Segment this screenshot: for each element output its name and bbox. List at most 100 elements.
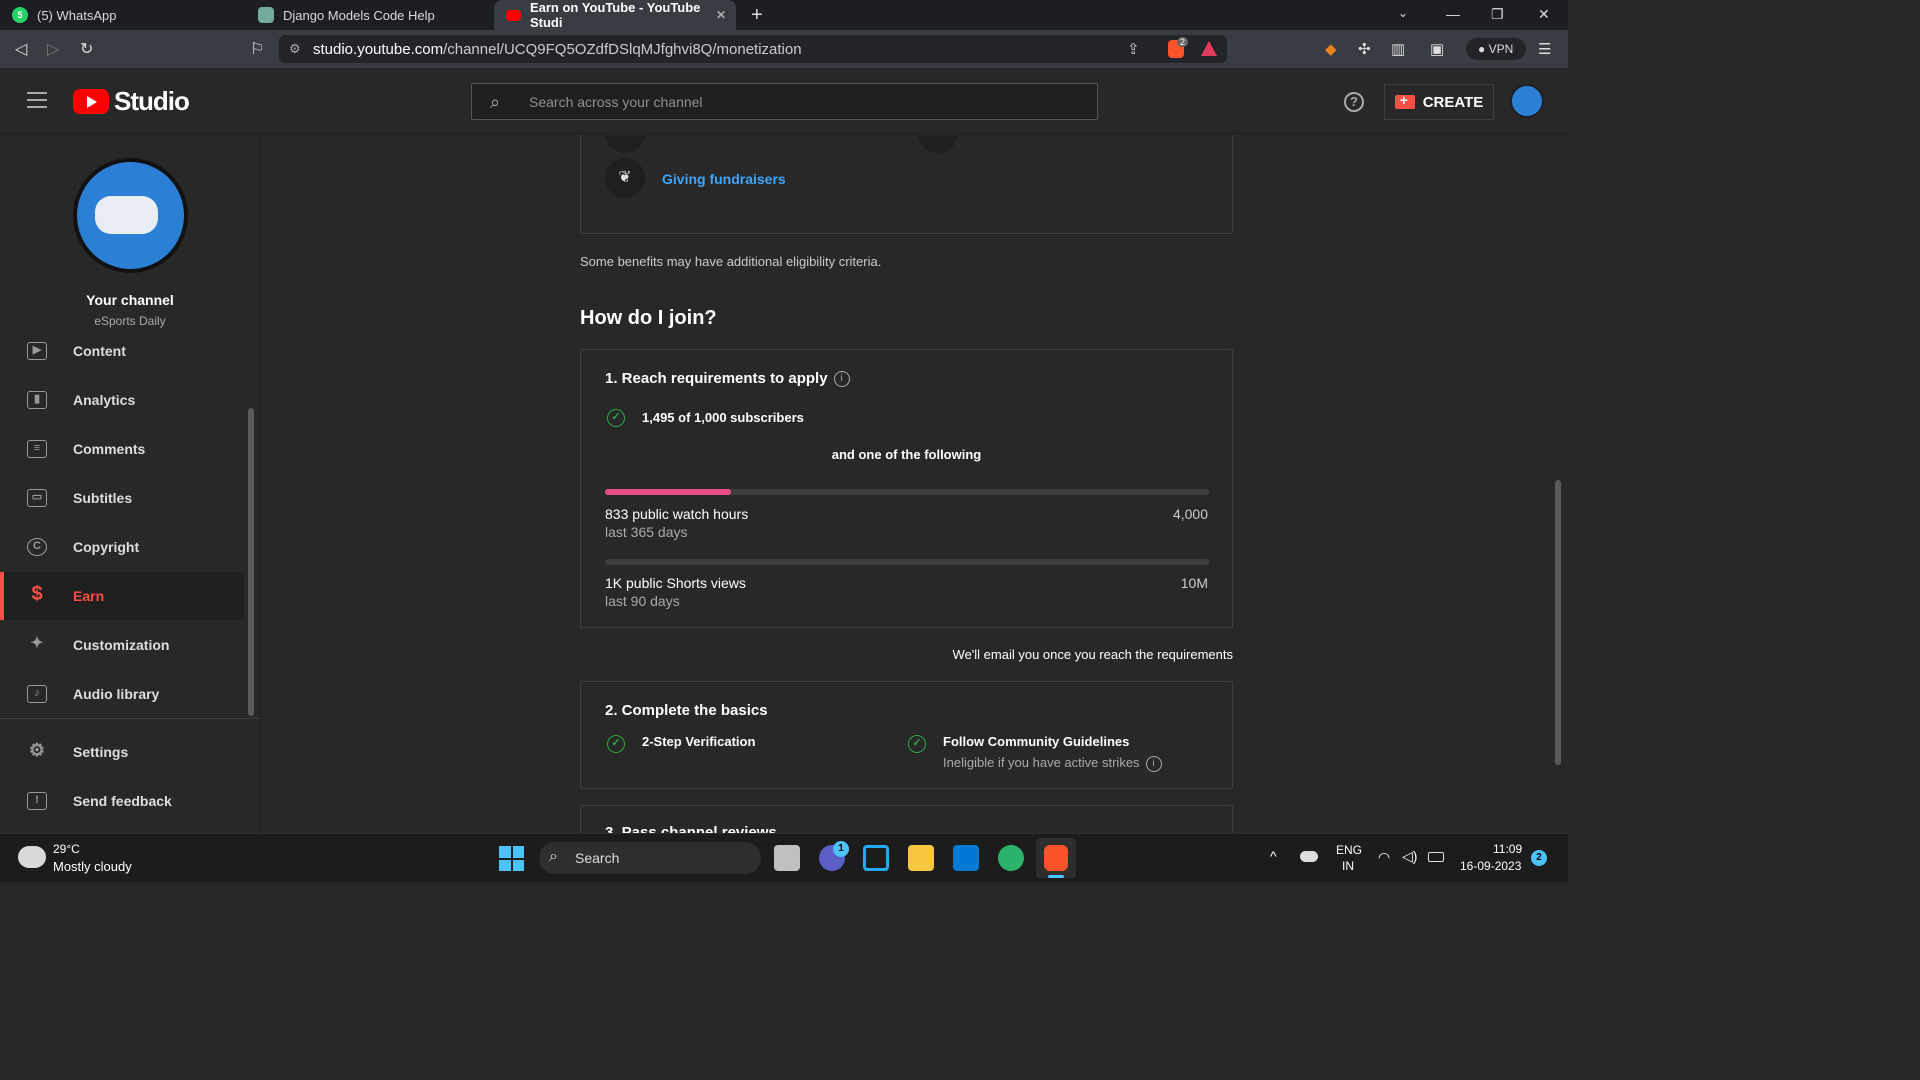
taskbar-search[interactable]: ⌕ Search [539,842,761,874]
extensions-icon[interactable]: ✣ [1358,40,1371,58]
reload-icon[interactable]: ↻ [80,39,93,59]
sidebar-item-content[interactable]: ▶ Content [0,327,244,375]
windows-start-icon[interactable] [499,846,524,871]
channel-avatar[interactable] [73,158,188,273]
search-icon: ⌕ [490,92,501,112]
audio-library-icon: ♪ [27,685,47,703]
sidebar-item-audio-library[interactable]: ♪ Audio library [0,670,244,718]
wifi-icon[interactable]: ◠ [1378,849,1390,866]
vpn-button[interactable]: ● VPN [1466,38,1526,60]
restore-button[interactable]: ❐ [1491,6,1504,23]
tab-youtube-studio[interactable]: Earn on YouTube - YouTube Studi ✕ [494,0,736,30]
sidebar-item-settings[interactable]: ⚙ Settings [0,728,244,776]
sidebar-item-label: Earn [73,588,105,604]
sidebar-item-copyright[interactable]: C Copyright [0,523,244,571]
forward-icon[interactable]: ▷ [47,39,59,59]
create-label: CREATE [1422,93,1484,111]
microsoft-store-icon[interactable] [953,845,979,871]
shorts-views-period: last 90 days [605,593,680,609]
edge-icon[interactable] [998,845,1024,871]
info-icon[interactable]: i [1145,755,1162,772]
close-tab-icon[interactable]: ✕ [716,8,726,22]
sidebar-item-label: Copyright [73,539,140,555]
account-avatar[interactable] [1510,84,1544,118]
tab-label: Django Models Code Help [283,7,435,23]
url-path: /channel/UCQ9FQ5OZdfDSlqMJfghvi8Q/moneti… [443,41,802,58]
bookmark-icon[interactable]: ⚐ [250,39,264,59]
file-explorer-icon[interactable] [908,845,934,871]
watch-hours-period: last 365 days [605,524,688,540]
sidebar-item-comments[interactable]: ≡ Comments [0,425,244,473]
windows-taskbar: 29°C Mostly cloudy ⌕ Search 1 ^ ENG IN ◠… [0,833,1568,882]
speaker-icon[interactable]: ◁) [1402,848,1417,865]
analytics-icon: ▮ [27,391,47,409]
sidebar-toggle-icon[interactable]: ▥ [1391,40,1405,58]
url-field[interactable]: ⚙ studio.youtube.com/channel/UCQ9FQ5OZdf… [279,35,1227,63]
share-icon[interactable]: ⇪ [1127,40,1140,58]
studio-logo-text: Studio [114,86,190,116]
subtitles-icon: ▭ [27,489,47,507]
brave-taskbar-active[interactable] [1036,838,1076,878]
youtube-logo-icon[interactable] [73,89,109,114]
check-icon: ✓ [607,735,625,753]
studio-header: Studio ⌕ Search across your channel ? CR… [0,68,1568,134]
language-in[interactable]: IN [1342,859,1354,873]
tab-search-icon[interactable]: ⌄ [1398,6,1408,20]
vpn-label: VPN [1488,42,1514,56]
cloudy-weather-icon[interactable] [18,840,46,868]
back-icon[interactable]: ◁ [15,39,27,59]
metamask-icon[interactable]: ◆ [1325,40,1337,58]
channel-review-card: 3. Pass channel reviews [580,805,1233,833]
menu-icon[interactable] [27,92,47,108]
watch-hours-label: 833 public watch hours [605,506,749,522]
feedback-label: Send feedback [73,793,172,809]
onedrive-icon[interactable] [1300,851,1318,862]
wallet-icon[interactable]: ▣ [1430,40,1444,58]
chevron-up-icon[interactable]: ^ [1270,848,1277,864]
step3-title: 3. Pass channel reviews [605,824,777,833]
battery-icon[interactable] [1428,852,1444,862]
tab-whatsapp[interactable]: 5 (5) WhatsApp [0,0,248,30]
help-icon[interactable]: ? [1344,92,1364,112]
community-guidelines: Follow Community Guidelines [943,734,1130,749]
search-placeholder: Search across your channel [529,94,703,110]
handshake-icon: ❦ [605,158,645,198]
main-scrollbar[interactable] [1555,480,1561,765]
giving-fundraisers-link[interactable]: Giving fundraisers [662,171,786,187]
language-eng[interactable]: ENG [1336,843,1362,857]
task-view-icon[interactable] [774,845,800,871]
shorts-views-goal: 10M [1180,575,1208,591]
tab-chatgpt[interactable]: Django Models Code Help [246,0,494,30]
sidebar-item-customization[interactable]: ✦ Customization [0,621,244,669]
new-tab-button[interactable]: + [751,4,763,27]
address-bar-row: ◁ ▷ ↻ ⚐ ⚙ studio.youtube.com/channel/UCQ… [0,30,1568,68]
sidebar-item-earn[interactable]: $ Earn [0,572,244,620]
notification-badge[interactable]: 2 [1531,850,1547,866]
sidebar-item-analytics[interactable]: ▮ Analytics [0,376,244,424]
browser-tab-bar: 5 (5) WhatsApp Django Models Code Help E… [0,0,1568,30]
minimize-button[interactable]: — [1446,6,1460,22]
vscode-icon[interactable] [863,845,889,871]
sidebar-item-send-feedback[interactable]: ! Send feedback [0,777,244,825]
clock-time[interactable]: 11:09 [1493,842,1522,856]
site-settings-icon[interactable]: ⚙ [289,41,301,57]
check-icon: ✓ [607,409,625,427]
watch-hours-goal: 4,000 [1172,506,1208,522]
wand-icon: ✦ [30,635,44,652]
sidebar: Your channel eSports Daily ▶ Content ▮ A… [0,135,260,833]
create-button[interactable]: CREATE [1384,84,1494,120]
brave-rewards-icon[interactable] [1201,41,1217,56]
channel-search-input[interactable]: ⌕ Search across your channel [471,83,1098,120]
taskbar-search-label: Search [575,850,620,866]
sidebar-scrollbar[interactable] [248,408,254,716]
clock-date[interactable]: 16-09-2023 [1460,859,1521,873]
benefits-card: ❦ Giving fundraisers [580,135,1233,234]
comments-icon: ≡ [27,440,47,458]
close-window-button[interactable]: ✕ [1538,6,1550,23]
browser-menu-icon[interactable]: ☰ [1538,40,1551,58]
info-icon[interactable]: i [833,371,850,388]
sidebar-item-label: Customization [73,637,170,653]
search-icon: ⌕ [549,848,558,865]
sidebar-item-subtitles[interactable]: ▭ Subtitles [0,474,244,522]
strikes-note: Ineligible if you have active strikes i [943,755,1162,772]
